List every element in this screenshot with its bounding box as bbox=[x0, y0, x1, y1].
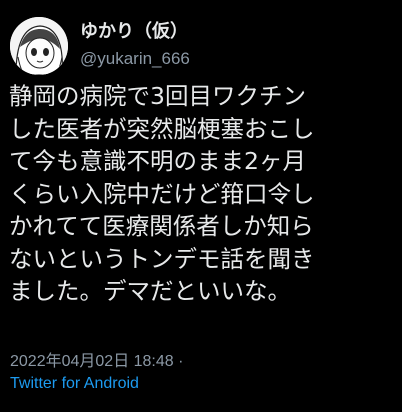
display-name[interactable]: ゆかり（仮） bbox=[80, 17, 188, 43]
avatar[interactable] bbox=[10, 17, 68, 75]
tweet-text-line: て今も意識不明のまま2ヶ月 bbox=[9, 147, 306, 175]
avatar-image bbox=[10, 17, 68, 75]
tweet-text-line: 静岡の病院で3回目ワクチン bbox=[9, 82, 306, 110]
tweet-text-line: ないというトンデモ話を聞き bbox=[9, 244, 315, 273]
tweet-text-line: ました。デマだといいな。 bbox=[9, 277, 291, 305]
tweet-text: 静岡の病院で3回目ワクチン した医者が突然脳梗塞おこし て今も意識不明のまま2ヶ… bbox=[9, 80, 397, 308]
tweet-source-link[interactable]: Twitter for Android bbox=[10, 375, 139, 393]
tweet-timestamp[interactable]: 2022年04月02日 18:48 · bbox=[10, 347, 183, 371]
tweet-text-line: くらい入院中だけど箝口令し bbox=[9, 179, 315, 208]
tweet-text-line: かれてて医療関係者しか知ら bbox=[9, 212, 314, 240]
user-handle[interactable]: @yukarin_666 bbox=[80, 49, 190, 69]
tweet-text-line: した医者が突然脳梗塞おこし bbox=[9, 114, 315, 143]
tweet-card: ゆかり（仮） @yukarin_666 静岡の病院で3回目ワクチン した医者が突… bbox=[0, 0, 402, 412]
